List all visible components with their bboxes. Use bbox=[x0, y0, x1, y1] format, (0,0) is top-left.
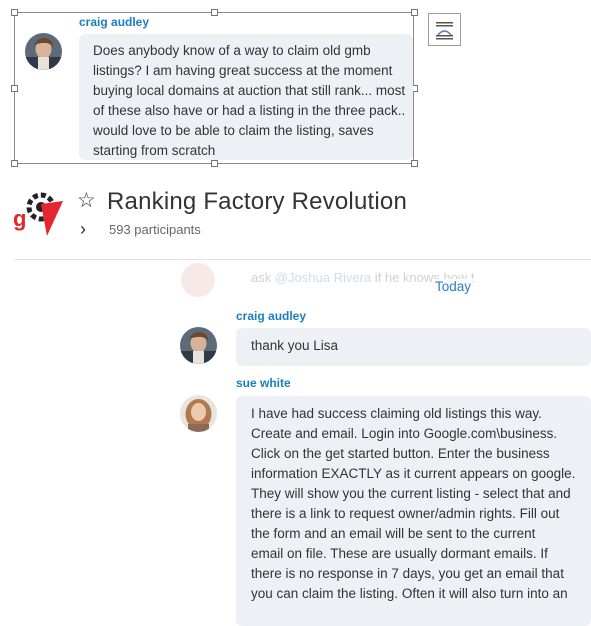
sender-name[interactable]: craig audley bbox=[79, 15, 149, 29]
message-text: Does anybody know of a way to claim old … bbox=[93, 43, 406, 158]
resize-handle-bottom-center[interactable] bbox=[211, 160, 218, 167]
resize-handle-top-right[interactable] bbox=[411, 9, 418, 16]
svg-text:g: g bbox=[14, 206, 26, 231]
participants-count[interactable]: 593 participants bbox=[109, 222, 201, 237]
message-text: thank you Lisa bbox=[251, 338, 339, 353]
message-bubble: I have had success claiming old listings… bbox=[236, 396, 591, 626]
resize-handle-bottom-left[interactable] bbox=[11, 160, 18, 167]
sender-name[interactable]: sue white bbox=[236, 376, 291, 390]
star-outline-icon[interactable]: ☆ bbox=[77, 189, 96, 213]
header-divider bbox=[14, 259, 591, 260]
avatar[interactable] bbox=[180, 395, 217, 432]
sender-name[interactable]: craig audley bbox=[236, 309, 306, 323]
text-wrap-icon bbox=[436, 22, 453, 40]
resize-handle-top-center[interactable] bbox=[211, 9, 218, 16]
group-title: Ranking Factory Revolution bbox=[107, 188, 408, 215]
layout-options-button[interactable] bbox=[428, 13, 461, 46]
day-separator: Today bbox=[433, 279, 474, 294]
resize-handle-middle-left[interactable] bbox=[11, 85, 18, 92]
group-logo: g bbox=[13, 188, 66, 240]
message-bubble: thank you Lisa bbox=[236, 328, 591, 366]
avatar[interactable] bbox=[25, 33, 62, 70]
chevron-right-icon[interactable]: › bbox=[80, 219, 86, 239]
message-bubble: Does anybody know of a way to claim old … bbox=[79, 34, 413, 160]
avatar bbox=[181, 263, 215, 297]
avatar[interactable] bbox=[180, 327, 217, 364]
resize-handle-bottom-right[interactable] bbox=[411, 160, 418, 167]
message-text: I have had success claiming old listings… bbox=[251, 406, 576, 601]
resize-handle-top-left[interactable] bbox=[11, 9, 18, 16]
